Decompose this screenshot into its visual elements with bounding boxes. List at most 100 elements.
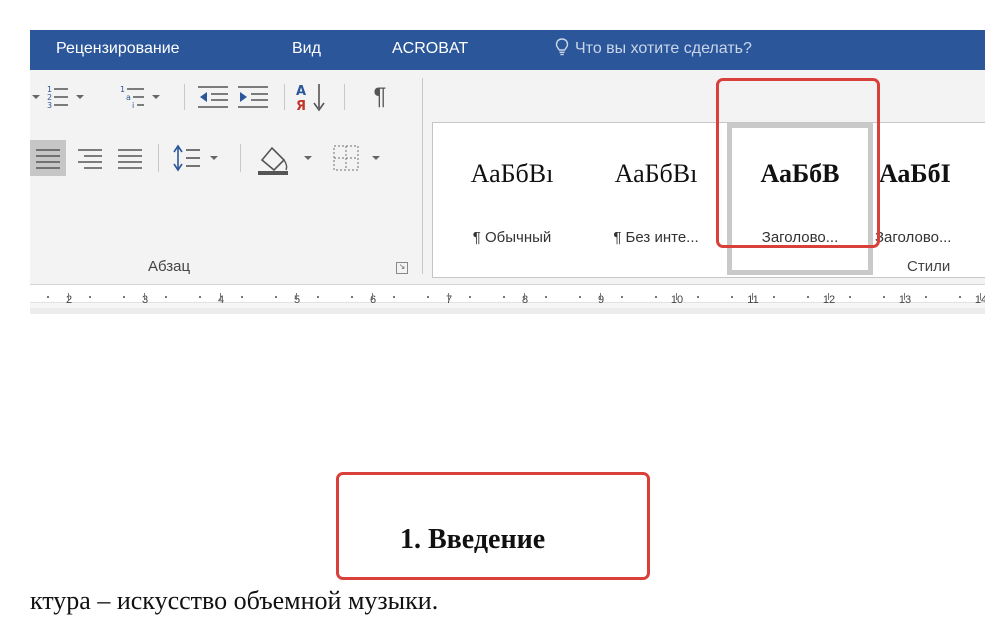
ruler-dot <box>469 296 471 298</box>
ruler-dot <box>275 296 277 298</box>
tab-acrobat[interactable]: ACROBAT <box>392 40 468 58</box>
lightbulb-icon <box>555 38 569 56</box>
align-left-icon[interactable] <box>30 140 66 176</box>
ruler-tick: 13 <box>898 294 912 306</box>
svg-text:a: a <box>126 93 131 102</box>
ruler-half-mark <box>524 293 525 300</box>
svg-text:3: 3 <box>47 101 52 110</box>
document-heading[interactable]: 1. Введение <box>400 524 545 556</box>
ruler-dot <box>655 296 657 298</box>
ruler-tick: 8 <box>521 294 529 306</box>
ruler-dot <box>773 296 775 298</box>
ruler-tick: 11 <box>747 294 759 306</box>
ruler-half-mark <box>676 293 677 300</box>
ruler-dot <box>165 296 167 298</box>
style-name: Заголово... <box>875 229 952 246</box>
ruler-tick: 5 <box>293 294 301 306</box>
separator <box>240 144 241 172</box>
ruler-dot <box>731 296 733 298</box>
dropdown-arrow-icon[interactable] <box>30 84 42 110</box>
ruler-half-mark <box>828 293 829 300</box>
ruler-dot <box>317 296 319 298</box>
svg-text:i: i <box>132 101 134 110</box>
ruler-dot <box>351 296 353 298</box>
tab-review[interactable]: Рецензирование <box>56 40 180 58</box>
ribbon-bottom-border <box>30 284 985 285</box>
ruler-dot <box>47 296 49 298</box>
svg-text:1: 1 <box>120 85 125 94</box>
ruler-tick: 9 <box>597 294 605 306</box>
group-separator <box>422 78 423 274</box>
tab-view[interactable]: Вид <box>292 40 321 58</box>
svg-text:Я: Я <box>296 99 306 114</box>
ruler-half-mark <box>980 293 981 300</box>
decrease-indent-icon[interactable] <box>196 82 230 112</box>
ruler-half-mark <box>68 293 69 300</box>
ruler-half-mark <box>296 293 297 300</box>
ruler-half-mark <box>144 293 145 300</box>
numbering-icon[interactable]: 1 2 3 <box>44 82 88 112</box>
style-name: Заголово... <box>761 229 839 246</box>
ruler-tick: 2 <box>65 294 73 306</box>
style-name: ¶ Без инте... <box>613 229 699 246</box>
ruler-dot <box>621 296 623 298</box>
ruler-dot <box>89 296 91 298</box>
horizontal-ruler: 2 3 4 5 6 7 8 9 10 11 12 13 14 <box>30 286 985 308</box>
ruler-dot <box>883 296 885 298</box>
tell-me-search[interactable]: Что вы хотите сделать? <box>555 38 752 58</box>
ruler-tick: 7 <box>445 294 453 306</box>
ruler-dot <box>241 296 243 298</box>
document-body-text[interactable]: ктура – искусство объемной музыки. <box>30 586 438 616</box>
style-sample: АаБбI <box>879 159 951 188</box>
ruler-dot <box>393 296 395 298</box>
svg-text:А: А <box>296 84 306 99</box>
style-name: ¶ Обычный <box>472 229 552 246</box>
ruler-tick: 3 <box>141 294 149 306</box>
styles-gallery: АаБбВı ¶ Обычный АаБбВı ¶ Без инте... Аа… <box>432 122 985 278</box>
ruler-half-mark <box>448 293 449 300</box>
styles-group-label: Стили <box>907 258 951 275</box>
style-sample: АаБбВ <box>760 159 840 188</box>
ruler-half-mark <box>904 293 905 300</box>
style-sample: АаБбВı <box>614 159 698 188</box>
ruler-dot <box>427 296 429 298</box>
paragraph-dialog-launcher-icon[interactable]: ↘ <box>396 262 408 274</box>
style-heading-1[interactable]: АаБбВ Заголово... <box>727 123 873 275</box>
word-window: Рецензирование Вид ACROBAT Что вы хотите… <box>30 30 985 622</box>
ribbon: 1 2 3 1 a i А Я ¶ Абзац ↘ АаБбВı ¶ Обычн… <box>30 70 985 285</box>
multilevel-list-icon[interactable]: 1 a i <box>118 82 168 112</box>
borders-icon[interactable] <box>328 140 390 176</box>
separator <box>284 84 285 110</box>
line-spacing-icon[interactable] <box>170 140 226 176</box>
align-center-icon[interactable] <box>74 142 106 174</box>
ruler-dot <box>959 296 961 298</box>
justify-icon[interactable] <box>114 142 146 174</box>
separator <box>344 84 345 110</box>
ribbon-tab-bar: Рецензирование Вид ACROBAT Что вы хотите… <box>30 30 985 70</box>
ruler-dot <box>199 296 201 298</box>
ruler-dot <box>503 296 505 298</box>
ruler-dot <box>925 296 927 298</box>
pilcrow-icon[interactable]: ¶ <box>360 80 400 114</box>
style-heading-2[interactable]: АаБбI Заголово... <box>875 123 985 273</box>
style-normal[interactable]: АаБбВı ¶ Обычный <box>437 123 587 273</box>
ruler-half-mark <box>752 293 753 300</box>
ruler-tick: 6 <box>369 294 377 306</box>
sort-icon[interactable]: А Я <box>294 80 334 114</box>
style-sample: АаБбВı <box>470 159 554 188</box>
style-no-spacing[interactable]: АаБбВı ¶ Без инте... <box>583 123 729 273</box>
ruler-strip <box>30 286 985 303</box>
ruler-dot <box>849 296 851 298</box>
ruler-dot <box>579 296 581 298</box>
ruler-dot <box>697 296 699 298</box>
separator <box>158 144 159 172</box>
ruler-half-mark <box>600 293 601 300</box>
shading-icon[interactable] <box>252 140 322 176</box>
ruler-tick: 12 <box>822 294 836 306</box>
separator <box>184 84 185 110</box>
tell-me-label: Что вы хотите сделать? <box>575 40 752 57</box>
increase-indent-icon[interactable] <box>236 82 270 112</box>
ruler-half-mark <box>372 293 373 300</box>
ruler-dot <box>807 296 809 298</box>
document-page[interactable] <box>30 314 985 622</box>
